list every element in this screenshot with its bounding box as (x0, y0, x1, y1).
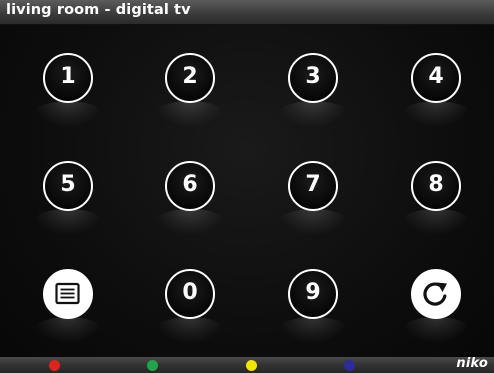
title-bar: living room - digital tv (0, 0, 494, 24)
key-7-button[interactable]: 7 (288, 161, 338, 211)
key-reflection (155, 209, 225, 235)
list-menu-icon (55, 282, 80, 305)
red-color-button[interactable] (49, 360, 60, 371)
key-reflection (278, 209, 348, 235)
yellow-color-button[interactable] (246, 360, 257, 371)
key-1-button[interactable]: 1 (43, 53, 93, 103)
key-3-button[interactable]: 3 (288, 53, 338, 103)
menu-button[interactable] (43, 269, 93, 319)
key-2-label: 2 (182, 64, 198, 89)
page-title: living room - digital tv (6, 2, 191, 18)
key-9-button[interactable]: 9 (288, 269, 338, 319)
key-reflection (33, 101, 103, 127)
key-8-label: 8 (428, 172, 444, 197)
green-color-button[interactable] (147, 360, 158, 371)
back-button[interactable] (411, 269, 461, 319)
key-1-label: 1 (60, 64, 76, 89)
key-5-label: 5 (60, 172, 76, 197)
key-4-button[interactable]: 4 (411, 53, 461, 103)
key-reflection (278, 317, 348, 343)
blue-color-button[interactable] (344, 360, 355, 371)
key-reflection (401, 101, 471, 127)
key-reflection (155, 101, 225, 127)
key-6-label: 6 (182, 172, 198, 197)
key-reflection (401, 209, 471, 235)
key-reflection (155, 317, 225, 343)
key-reflection (33, 209, 103, 235)
key-6-button[interactable]: 6 (165, 161, 215, 211)
bottom-bar: niko (0, 356, 494, 373)
refresh-return-icon (423, 282, 447, 306)
key-0-label: 0 (182, 280, 198, 305)
key-reflection (401, 317, 471, 343)
key-8-button[interactable]: 8 (411, 161, 461, 211)
key-5-button[interactable]: 5 (43, 161, 93, 211)
key-7-label: 7 (305, 172, 321, 197)
key-reflection (278, 101, 348, 127)
niko-logo: niko (456, 356, 488, 371)
key-0-button[interactable]: 0 (165, 269, 215, 319)
key-3-label: 3 (305, 64, 321, 89)
key-4-label: 4 (428, 64, 444, 89)
key-2-button[interactable]: 2 (165, 53, 215, 103)
key-9-label: 9 (305, 280, 321, 305)
key-reflection (33, 317, 103, 343)
tv-remote-screen: living room - digital tv 1 2 3 4 5 6 7 8 (0, 0, 494, 373)
